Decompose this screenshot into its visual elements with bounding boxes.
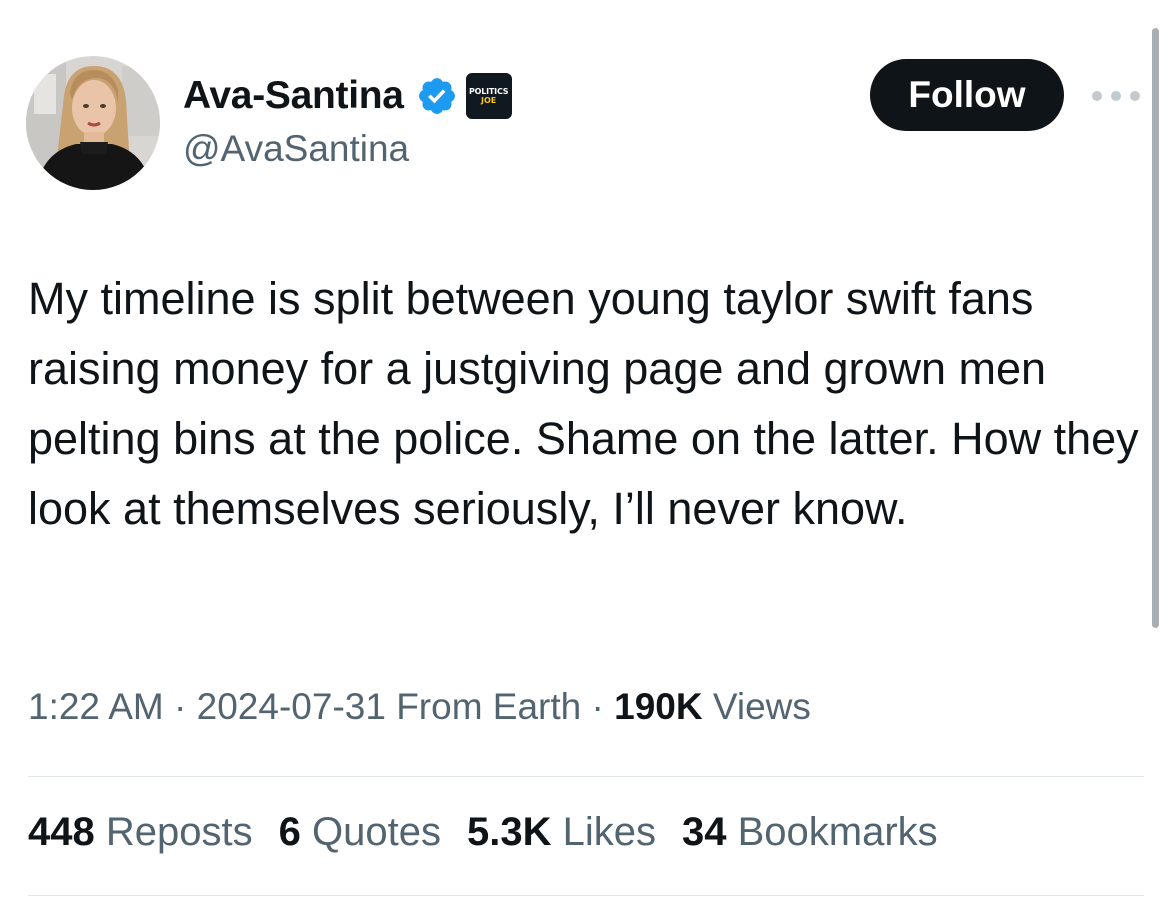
more-horizontal-icon[interactable] (1092, 84, 1140, 108)
stat-label: Bookmarks (737, 810, 938, 854)
tweet-date[interactable]: 2024-07-31 (197, 686, 386, 727)
affiliate-badge[interactable]: POLITICS JOE (465, 73, 512, 119)
stat-label: Reposts (105, 810, 253, 854)
verified-badge-icon[interactable] (416, 75, 458, 117)
avatar-photo (26, 56, 160, 190)
quotes-stat[interactable]: 6 Quotes (279, 810, 441, 855)
views-label: Views (712, 686, 811, 727)
follow-button[interactable]: Follow (870, 59, 1064, 131)
tweet-metadata: 1:22 AM · 2024-07-31 From Earth · 190K V… (28, 686, 811, 728)
author-handle[interactable]: @AvaSantina (183, 128, 409, 170)
author-display-name[interactable]: Ava-Santina (183, 74, 404, 118)
likes-stat[interactable]: 5.3K Likes (467, 810, 656, 855)
avatar[interactable] (26, 56, 160, 190)
tweet-text: My timeline is split between young taylo… (28, 273, 1139, 534)
stat-count: 5.3K (466, 810, 552, 854)
meta-separator: · (591, 686, 604, 727)
tweet-time[interactable]: 1:22 AM (28, 686, 164, 727)
divider (28, 895, 1144, 896)
tweet-source: From Earth (396, 686, 582, 727)
scrollbar[interactable] (1152, 28, 1159, 628)
stat-count: 6 (278, 810, 301, 854)
more-dot (1092, 91, 1102, 101)
bookmarks-stat[interactable]: 34 Bookmarks (682, 810, 938, 855)
views-count: 190K (614, 686, 703, 727)
more-dot (1111, 91, 1121, 101)
affiliate-badge-line2: JOE (481, 95, 497, 105)
meta-separator: · (174, 686, 187, 727)
more-dot (1130, 91, 1140, 101)
affiliate-badge-line1: POLITICS (468, 86, 509, 96)
stat-label: Likes (562, 810, 656, 854)
divider (28, 776, 1144, 777)
reposts-stat[interactable]: 448 Reposts (28, 810, 253, 855)
stat-count: 34 (681, 810, 727, 854)
engagement-stats: 448 Reposts 6 Quotes 5.3K Likes 34 Bookm… (28, 810, 964, 855)
author-name-row: Ava-Santina POLITICS JOE (183, 70, 512, 122)
stat-label: Quotes (312, 810, 441, 854)
stat-count: 448 (28, 810, 95, 854)
